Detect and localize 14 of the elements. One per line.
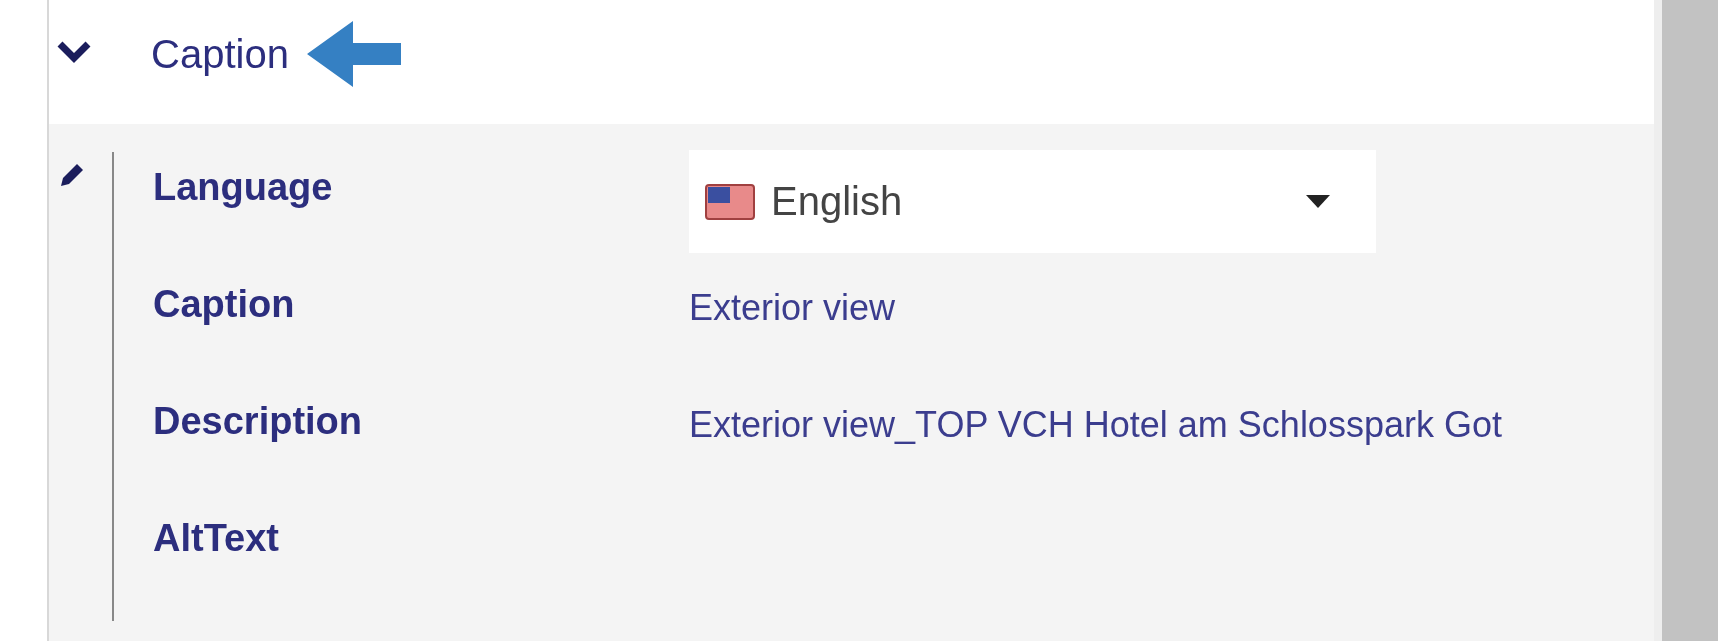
flag-icon — [705, 183, 755, 220]
chevron-down-icon — [57, 41, 91, 63]
field-label: Caption — [153, 282, 296, 327]
section-title: Caption — [151, 31, 289, 77]
field-label: Description — [153, 399, 364, 444]
field-value: Exterior view_TOP VCH Hotel am Schlosspark Got — [689, 403, 1502, 446]
pencil-icon[interactable] — [59, 162, 85, 188]
field-value: Exterior view — [689, 286, 896, 329]
arrow-left-icon — [306, 21, 401, 87]
field-label: Language — [153, 165, 334, 210]
field-label: AltText — [153, 516, 280, 561]
language-dropdown[interactable]: English — [689, 150, 1376, 253]
scrollbar[interactable] — [1654, 0, 1718, 641]
caret-icon — [1306, 194, 1330, 209]
